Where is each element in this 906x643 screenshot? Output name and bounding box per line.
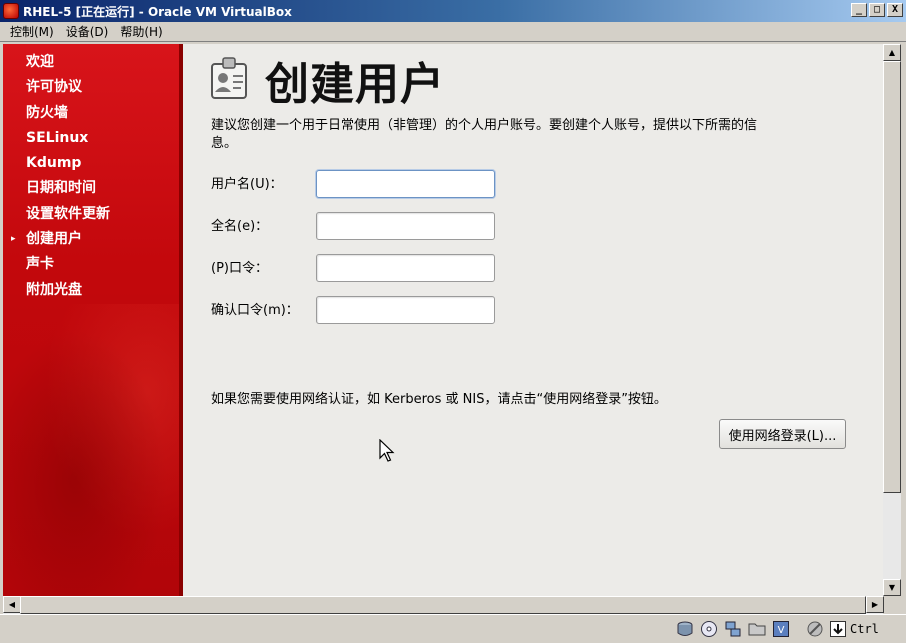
step-label: 许可协议 xyxy=(26,79,82,96)
hard-disk-icon[interactable] xyxy=(676,620,694,638)
scroll-up-arrow-icon[interactable]: ▲ xyxy=(883,44,901,61)
vertical-scroll-thumb[interactable] xyxy=(883,61,901,493)
username-input[interactable] xyxy=(316,170,495,198)
network-login-note: 如果您需要使用网络认证，如 Kerberos 或 NIS，请点击“使用网络登录”… xyxy=(211,392,667,407)
cd-icon[interactable] xyxy=(700,620,718,638)
menu-help[interactable]: 帮助(H) xyxy=(114,23,168,40)
step-firewall: 防火墙 xyxy=(3,101,179,126)
step-create-user: ▸ 创建用户 xyxy=(3,227,179,252)
keyboard-capture-icon[interactable] xyxy=(829,620,847,638)
confirm-password-input[interactable] xyxy=(316,296,495,324)
step-label: 日期和时间 xyxy=(26,180,96,197)
step-label: 欢迎 xyxy=(26,54,54,70)
svg-text:V: V xyxy=(778,625,785,636)
step-additional-cds: 附加光盘 xyxy=(3,278,179,303)
user-id-card-icon xyxy=(211,57,247,99)
step-label: SELinux xyxy=(26,129,89,146)
network-icon[interactable] xyxy=(724,620,742,638)
mouse-integration-icon[interactable] xyxy=(806,620,824,638)
horizontal-scrollbar[interactable]: ◀ ▶ xyxy=(3,596,884,614)
scroll-left-arrow-icon[interactable]: ◀ xyxy=(3,596,21,613)
step-label: 附加光盘 xyxy=(26,281,82,298)
fullname-label: 全名(e)： xyxy=(211,219,269,234)
network-login-button[interactable]: 使用网络登录(L)... xyxy=(719,419,846,449)
maximize-button[interactable]: □ xyxy=(869,3,885,17)
step-software-updates: 设置软件更新 xyxy=(3,202,179,227)
step-license: 许可协议 xyxy=(3,75,179,100)
firstboot-sidebar: 欢迎 许可协议 防火墙 SELinux Kdump 日期和时间 设置软件更新 ▸… xyxy=(3,44,183,596)
step-label: 防火墙 xyxy=(26,104,68,121)
intro-text: 建议您创建一个用于日常使用（非管理）的个人用户账号。要创建个人账号，提供以下所需… xyxy=(211,118,758,151)
minimize-button[interactable]: _ xyxy=(851,3,867,17)
step-label: 创建用户 xyxy=(26,231,82,248)
folder-icon[interactable] xyxy=(748,620,766,638)
scroll-right-arrow-icon[interactable]: ▶ xyxy=(866,596,884,613)
menu-control[interactable]: 控制(M) xyxy=(4,23,60,40)
step-selinux: SELinux xyxy=(3,126,179,151)
virtualbox-app-icon xyxy=(3,3,19,19)
status-bar: V Ctrl xyxy=(0,614,906,643)
guest-screen[interactable]: 欢迎 许可协议 防火墙 SELinux Kdump 日期和时间 设置软件更新 ▸… xyxy=(3,44,883,596)
password-label: (P)口令： xyxy=(211,261,268,276)
close-button[interactable]: X xyxy=(887,3,903,17)
step-kdump: Kdump xyxy=(3,151,179,176)
scroll-down-arrow-icon[interactable]: ▼ xyxy=(883,579,901,596)
horizontal-scroll-thumb[interactable] xyxy=(20,596,866,614)
vertical-scrollbar[interactable]: ▲ ▼ xyxy=(883,44,901,596)
window-title: RHEL-5 [正在运行] - Oracle VM VirtualBox xyxy=(23,4,292,19)
step-welcome: 欢迎 xyxy=(3,50,179,75)
step-label: Kdump xyxy=(26,155,82,172)
sidebar-background-art xyxy=(3,304,183,596)
step-sound-card: 声卡 xyxy=(3,252,179,277)
step-label: 设置软件更新 xyxy=(26,205,110,222)
password-input[interactable] xyxy=(316,254,495,282)
page-title: 创建用户 xyxy=(265,59,445,110)
host-key-label: Ctrl xyxy=(850,622,879,636)
vbox-icon[interactable]: V xyxy=(772,620,790,638)
confirm-password-label: 确认口令(m)： xyxy=(211,303,299,318)
step-label: 声卡 xyxy=(26,256,54,273)
main-content: 创建用户 建议您创建一个用于日常使用（非管理）的个人用户账号。要创建个人账号，提… xyxy=(183,44,883,596)
menu-bar: 控制(M) 设备(D) 帮助(H) xyxy=(0,22,906,42)
mouse-pointer-icon xyxy=(379,439,395,462)
menu-devices[interactable]: 设备(D) xyxy=(60,23,115,40)
window-title-bar[interactable]: RHEL-5 [正在运行] - Oracle VM VirtualBox _ □… xyxy=(0,0,906,22)
current-step-arrow-icon: ▸ xyxy=(11,234,16,245)
step-list: 欢迎 许可协议 防火墙 SELinux Kdump 日期和时间 设置软件更新 ▸… xyxy=(3,50,179,303)
step-date-time: 日期和时间 xyxy=(3,176,179,201)
username-label: 用户名(U)： xyxy=(211,177,283,192)
fullname-input[interactable] xyxy=(316,212,495,240)
